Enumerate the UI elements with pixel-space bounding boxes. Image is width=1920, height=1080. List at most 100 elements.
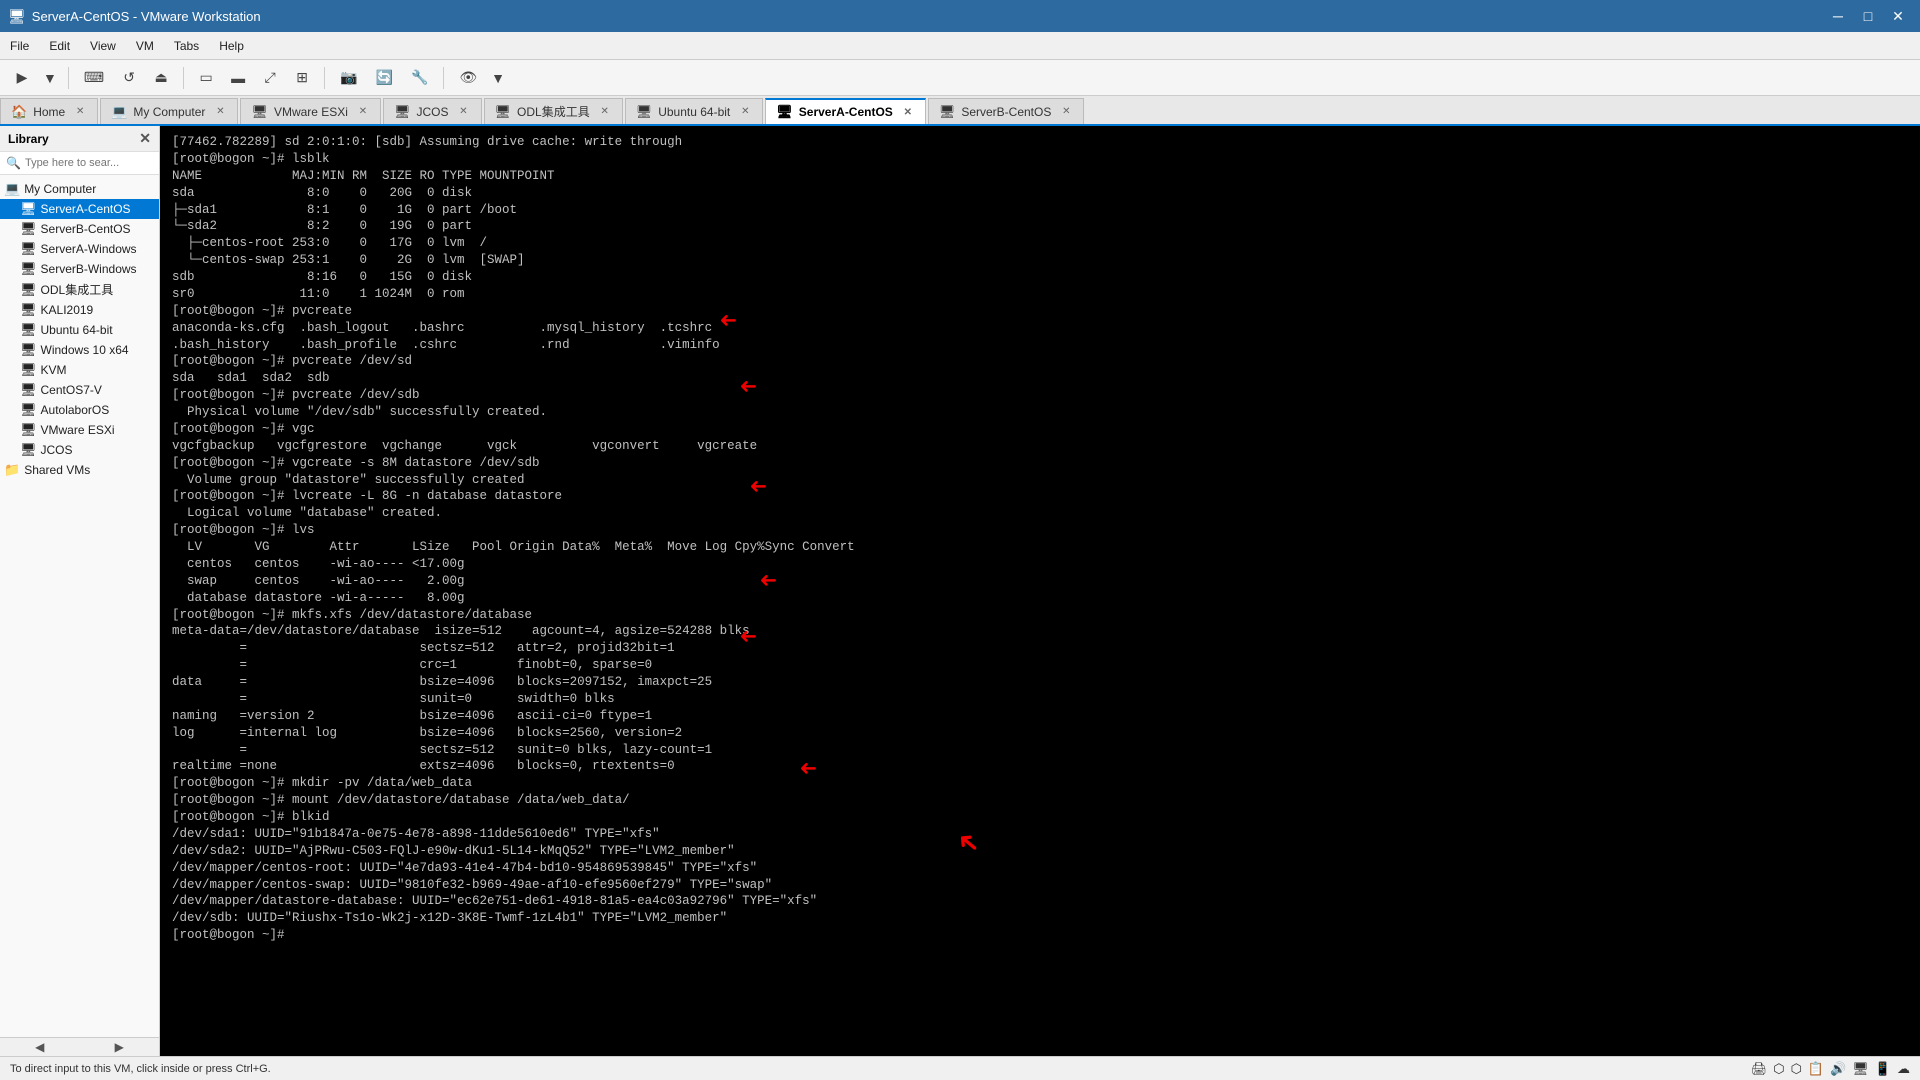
network-icon-1[interactable]: ⬡ (1773, 1061, 1784, 1077)
reset-btn[interactable]: ↺ (115, 64, 143, 92)
send-ctrl-alt-del-btn[interactable]: ⌨ (77, 64, 111, 92)
tab-servera-icon: 🖥 (776, 104, 793, 120)
sidebar-title: Library (8, 132, 49, 146)
tab-mycomputer-close[interactable]: ✕ (213, 105, 227, 119)
tree-label-ubuntu: Ubuntu 64-bit (41, 323, 113, 337)
tab-jcos-close[interactable]: ✕ (457, 105, 471, 119)
menu-item-help[interactable]: Help (209, 35, 254, 57)
tree-item-vmwareesxi[interactable]: 🖥VMware ESXi (0, 420, 159, 440)
tree-item-servera[interactable]: 🖥ServerA-CentOS (0, 199, 159, 219)
tab-mycomputer-label: My Computer (133, 105, 205, 119)
minimize-btn[interactable]: ─ (1824, 2, 1852, 30)
view-btn[interactable]: 👁 (452, 64, 484, 92)
tab-odl[interactable]: 🖥ODL集成工具✕ (484, 98, 623, 124)
unity-btn[interactable]: ⊞ (288, 64, 316, 92)
tab-home-close[interactable]: ✕ (73, 105, 87, 119)
tab-ubuntu-label: Ubuntu 64-bit (658, 105, 730, 119)
sidebar-scroll-buttons: ◀ ▶ (0, 1037, 159, 1056)
tree-item-kvm[interactable]: 🖥KVM (0, 360, 159, 380)
revert-btn[interactable]: 🔄 (369, 64, 400, 92)
tab-odl-label: ODL集成工具 (517, 103, 590, 120)
snapshot-btn[interactable]: 📷 (333, 64, 364, 92)
tab-servera-close[interactable]: ✕ (901, 105, 915, 119)
network-icon-2[interactable]: ⬡ (1791, 1061, 1802, 1077)
tree-icon-serverawin: 🖥 (20, 241, 37, 257)
tab-jcos-label: JCOS (416, 105, 448, 119)
tab-serverb-close[interactable]: ✕ (1059, 105, 1073, 119)
tree-item-serverbwin[interactable]: 🖥ServerB-Windows (0, 259, 159, 279)
sidebar-search: 🔍 ▼ (0, 152, 159, 175)
tree-icon-centos7v: 🖥 (20, 382, 37, 398)
tab-home[interactable]: 🏠Home✕ (0, 98, 98, 124)
menu-item-edit[interactable]: Edit (39, 35, 80, 57)
tab-vmware-esxi[interactable]: 🖥VMware ESXi✕ (240, 98, 381, 124)
menu-item-view[interactable]: View (80, 35, 126, 57)
search-input[interactable] (25, 157, 167, 169)
tree-item-kali[interactable]: 🖥KALI2019 (0, 300, 159, 320)
tab-serverb-label: ServerB-CentOS (961, 105, 1051, 119)
menu-item-file[interactable]: File (0, 35, 39, 57)
tree-icon-vmwareesxi: 🖥 (20, 422, 37, 438)
tree-item-centos7v[interactable]: 🖥CentOS7-V (0, 380, 159, 400)
tab-odl-close[interactable]: ✕ (598, 105, 612, 119)
sound-icon[interactable]: 🔊 (1830, 1061, 1846, 1077)
tab-vmware-esxi-close[interactable]: ✕ (356, 105, 370, 119)
tree-item-win10[interactable]: 🖥Windows 10 x64 (0, 340, 159, 360)
tab-servera-label: ServerA-CentOS (799, 105, 893, 119)
vm-console[interactable]: [77462.782289] sd 2:0:1:0: [sdb] Assumin… (160, 126, 1920, 1056)
play-dropdown-btn[interactable]: ▼ (40, 64, 60, 92)
app-icon: 🖥 (8, 8, 26, 25)
tab-ubuntu[interactable]: 🖥 Ubuntu 64-bit ✕ (625, 98, 764, 124)
tab-home-label: Home (33, 105, 65, 119)
tree-item-serverawin[interactable]: 🖥 ServerA-Windows (0, 239, 159, 259)
tree-item-serverb[interactable]: 🖥ServerB-CentOS (0, 219, 159, 239)
maximize-btn[interactable]: □ (1854, 2, 1882, 30)
tree-item-jcos[interactable]: 🖥JCOS (0, 440, 159, 460)
menu-item-vm[interactable]: VM (126, 35, 164, 57)
tab-serverb[interactable]: 🖥ServerB-CentOS✕ (928, 98, 1085, 124)
clipboard-icon[interactable]: 📋 (1808, 1061, 1824, 1077)
close-btn[interactable]: ✕ (1884, 2, 1912, 30)
display-icon[interactable]: 🖥 (1852, 1061, 1869, 1077)
usb-icon[interactable]: 📱 (1875, 1061, 1891, 1077)
scroll-right-btn[interactable]: ▶ (80, 1038, 160, 1056)
toolbar-sep-2 (183, 67, 184, 89)
sidebar-close-btn[interactable]: ✕ (139, 130, 151, 147)
cloud-icon[interactable]: ☁ (1897, 1061, 1910, 1077)
titlebar: 🖥 ServerA-CentOS - VMware Workstation ─ … (0, 0, 1920, 32)
tree-label-serverb: ServerB-CentOS (41, 222, 131, 236)
tab-servera[interactable]: 🖥 ServerA-CentOS ✕ (765, 98, 926, 124)
tab-mycomputer[interactable]: 💻My Computer✕ (100, 98, 238, 124)
tree-label-jcos: JCOS (41, 443, 73, 457)
menubar: FileEditViewVMTabsHelp (0, 32, 1920, 60)
status-hint: To direct input to this VM, click inside… (10, 1063, 271, 1075)
fullscreen-btn[interactable]: ⤢ (256, 64, 284, 92)
tab-ubuntu-icon: 🖥 (636, 104, 653, 120)
tree-label-odl: ODL集成工具 (41, 281, 114, 298)
window-controls: ─ □ ✕ (1824, 2, 1912, 30)
tree-item-ubuntu[interactable]: 🖥Ubuntu 64-bit (0, 320, 159, 340)
tree-label-sharedvms: Shared VMs (24, 463, 90, 477)
console-output: [77462.782289] sd 2:0:1:0: [sdb] Assumin… (172, 134, 1908, 944)
tree-item-mycomputer[interactable]: 💻My Computer (0, 179, 159, 199)
power-btn[interactable]: ⏏ (147, 64, 175, 92)
printer-icon[interactable]: 🖨 (1751, 1061, 1768, 1077)
tab-vmware-esxi-icon: 🖥 (251, 104, 268, 120)
tree-item-autolaboros[interactable]: 🖥AutolaborOS (0, 400, 159, 420)
settings-btn[interactable]: 🔧 (404, 64, 435, 92)
vm-tree: 💻My Computer🖥ServerA-CentOS🖥ServerB-Cent… (0, 175, 159, 1037)
fit-guest-btn[interactable]: ▬ (224, 64, 252, 92)
tab-ubuntu-close[interactable]: ✕ (738, 105, 752, 119)
toolbar-sep-3 (324, 67, 325, 89)
tree-icon-mycomputer: 💻 (4, 181, 20, 197)
tree-item-odl[interactable]: 🖥ODL集成工具 (0, 279, 159, 300)
tree-item-sharedvms[interactable]: 📁Shared VMs (0, 460, 159, 480)
scroll-left-btn[interactable]: ◀ (0, 1038, 80, 1056)
menu-item-tabs[interactable]: Tabs (164, 35, 209, 57)
tree-label-serverawin: ServerA-Windows (41, 242, 137, 256)
fit-window-btn[interactable]: ▭ (192, 64, 220, 92)
play-pause-btn[interactable]: ▶ (8, 64, 36, 92)
tree-icon-serverbwin: 🖥 (20, 261, 37, 277)
tab-jcos[interactable]: 🖥JCOS✕ (383, 98, 482, 124)
view-dropdown-btn[interactable]: ▼ (488, 64, 508, 92)
